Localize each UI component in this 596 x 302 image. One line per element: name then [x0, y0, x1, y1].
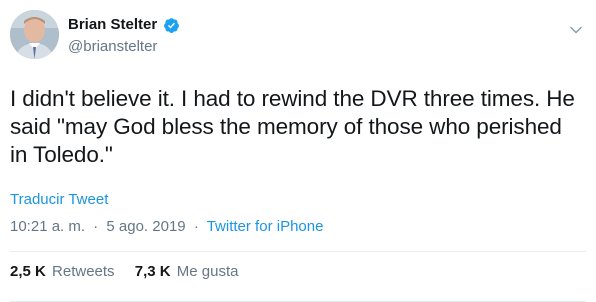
retweets-count: 2,5 K	[10, 263, 46, 280]
divider	[10, 251, 586, 252]
chevron-down-icon[interactable]	[568, 22, 584, 38]
avatar[interactable]	[10, 10, 59, 59]
tweet-metadata: 10:21 a. m. · 5 ago. 2019 · Twitter for …	[10, 217, 323, 237]
meta-separator: ·	[193, 218, 199, 235]
retweets-label: Retweets	[52, 263, 115, 280]
tweet-time[interactable]: 10:21 a. m.	[10, 218, 85, 235]
tweet-stats: 2,5 K Retweets 7,3 K Me gusta	[10, 262, 254, 282]
tweet-card: Brian Stelter @brianstelter I didn't bel…	[0, 0, 596, 302]
retweets-stat[interactable]: 2,5 K Retweets	[10, 263, 119, 280]
likes-label: Me gusta	[176, 263, 239, 280]
display-name[interactable]: Brian Stelter	[68, 15, 157, 35]
tweet-source-link[interactable]: Twitter for iPhone	[207, 218, 324, 235]
likes-count: 7,3 K	[134, 263, 171, 280]
translate-tweet-link[interactable]: Traducir Tweet	[10, 190, 108, 210]
avatar-image	[10, 10, 59, 59]
user-handle[interactable]: @brianstelter	[68, 37, 157, 57]
verified-badge-icon	[164, 18, 179, 33]
likes-stat[interactable]: 7,3 K Me gusta	[135, 263, 239, 280]
tweet-text: I didn't believe it. I had to rewind the…	[10, 86, 575, 167]
tweet-date[interactable]: 5 ago. 2019	[106, 218, 185, 235]
meta-separator: ·	[93, 218, 99, 235]
